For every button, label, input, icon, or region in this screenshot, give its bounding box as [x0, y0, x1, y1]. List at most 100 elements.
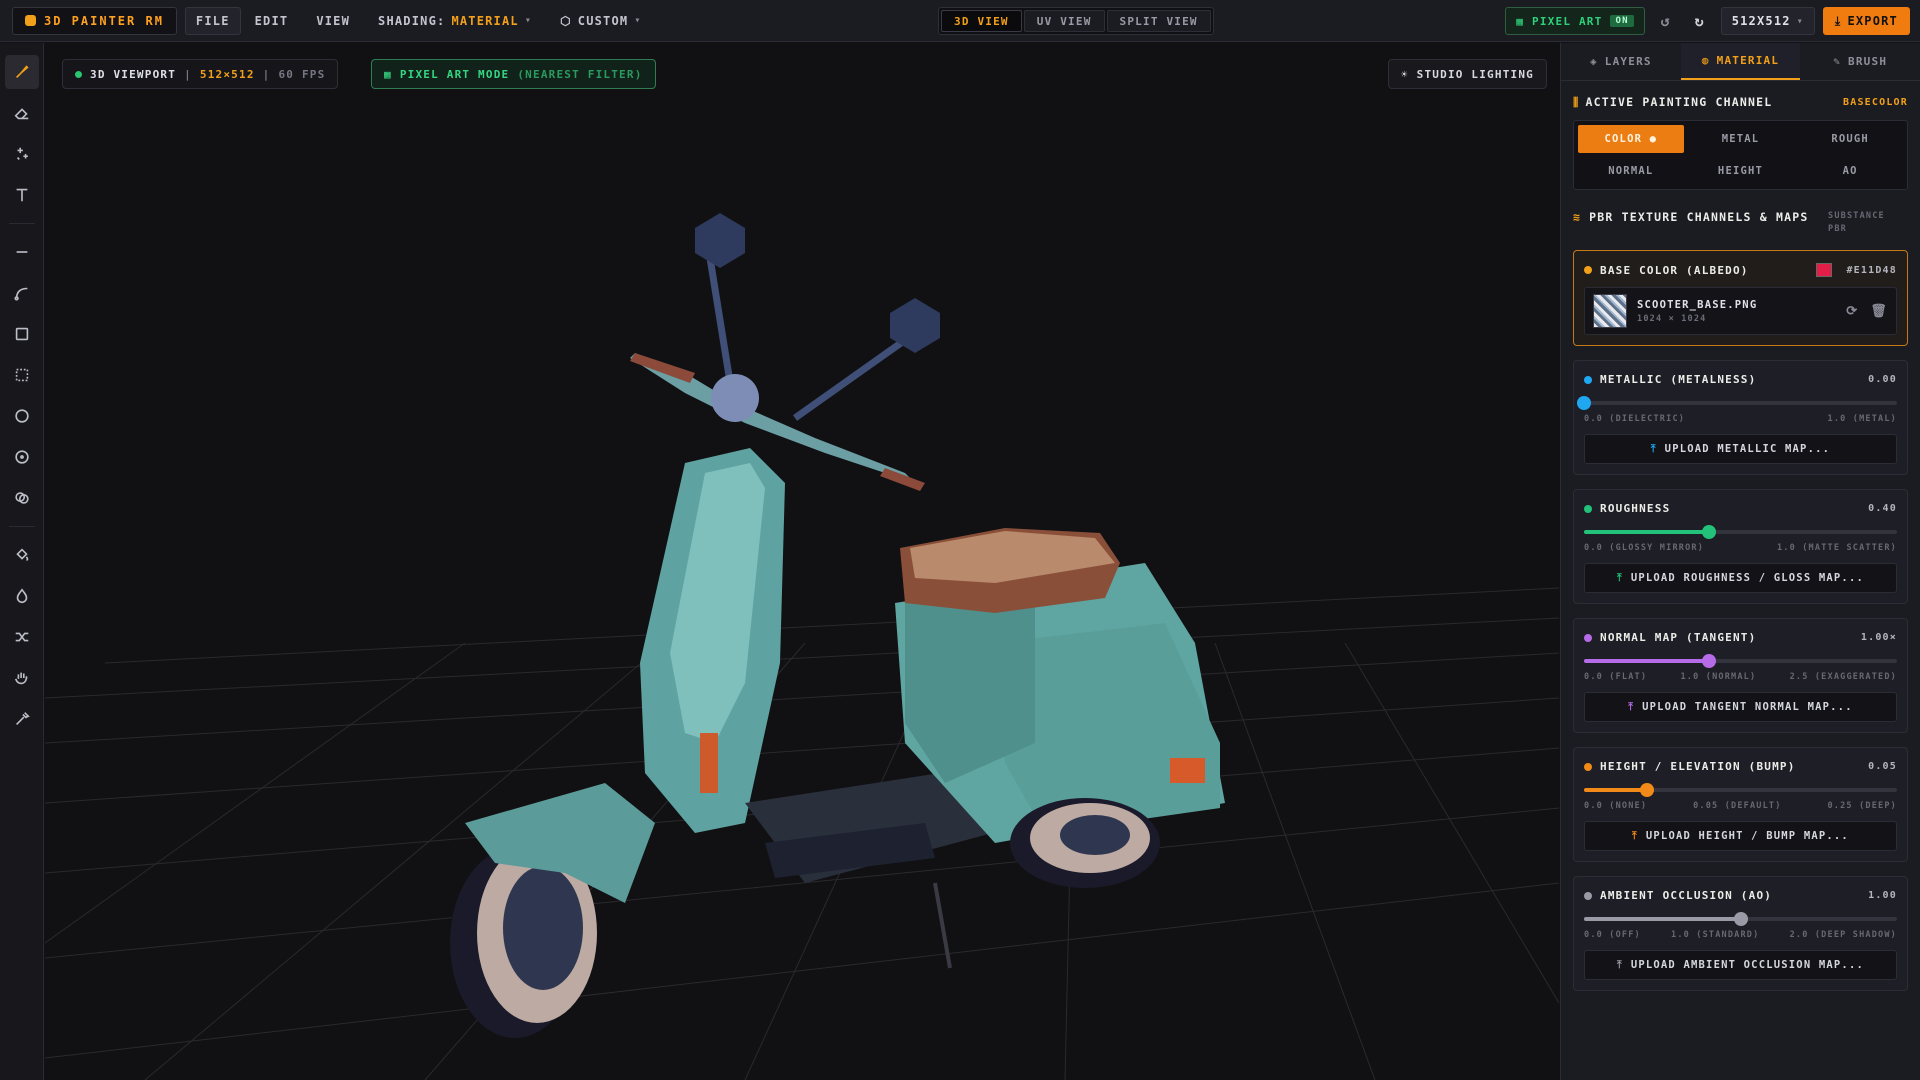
3d-viewport[interactable]: 3D VIEWPORT | 512×512 | 60 FPS ▦ PIXEL ART MO… — [45, 43, 1559, 1080]
metallic-ticks: 0.0 (DIELECTRIC) 1.0 (METAL) — [1584, 414, 1897, 424]
ao-title: AMBIENT OCCLUSION (AO) — [1600, 889, 1773, 902]
channel-metal[interactable]: METAL — [1688, 125, 1794, 153]
pixel-art-mode-badge[interactable]: ▦ PIXEL ART MODE (NEAREST FILTER) — [371, 59, 656, 89]
export-button[interactable]: ⤓ EXPORT — [1822, 7, 1910, 35]
status-dot — [1584, 266, 1592, 274]
menu-file[interactable]: FILE — [184, 6, 241, 35]
tab-uv-view[interactable]: UV VIEW — [1023, 10, 1105, 32]
height-slider[interactable] — [1584, 781, 1897, 799]
brush-tool[interactable] — [4, 55, 39, 89]
text-tool[interactable] — [5, 178, 39, 212]
texture-thumbnail — [1593, 294, 1627, 328]
upload-height-button[interactable]: ⤒ UPLOAD HEIGHT / BUMP MAP... — [1584, 821, 1897, 851]
fill-tool[interactable] — [5, 538, 39, 572]
tick-max: 2.5 (EXAGGERATED) — [1789, 672, 1897, 682]
trash-icon[interactable]: 🗑 — [1870, 304, 1888, 319]
metallic-value: 0.00 — [1868, 374, 1897, 385]
tick-mid: 1.0 (NORMAL) — [1680, 672, 1757, 682]
selection-tool[interactable] — [5, 358, 39, 392]
channel-normal[interactable]: NORMAL — [1578, 157, 1684, 185]
channel-rough[interactable]: ROUGH — [1797, 125, 1903, 153]
redo-icon[interactable]: ↻ — [1687, 7, 1713, 35]
shading-value: MATERIAL — [451, 13, 519, 28]
normal-title: NORMAL MAP (TANGENT) — [1600, 631, 1757, 644]
studio-lighting-button[interactable]: ☀ STUDIO LIGHTING — [1387, 59, 1547, 89]
menu-view[interactable]: VIEW — [302, 7, 364, 35]
viewport-fps: 60 FPS — [278, 67, 326, 81]
normal-card: NORMAL MAP (TANGENT) 1.00× 0.0 (FLAT) 1.0 … — [1573, 618, 1908, 733]
slider-fill — [1584, 659, 1710, 663]
curve-tool[interactable] — [5, 276, 39, 310]
brush-icon — [15, 65, 29, 78]
metallic-header: METALLIC (METALNESS) 0.00 — [1584, 373, 1897, 386]
base-color-value-wrap: #E11D48 — [1816, 263, 1897, 277]
channel-ao[interactable]: AO — [1797, 157, 1903, 185]
texture-size-dropdown[interactable]: 512X512 ▾ — [1720, 7, 1815, 35]
grid-icon: ▦ — [384, 67, 392, 81]
pixel-art-toggle[interactable]: ▦ PIXEL ART ON — [1505, 7, 1645, 35]
metallic-title: METALLIC (METALNESS) — [1600, 373, 1757, 386]
rectangle-tool[interactable] — [5, 317, 39, 351]
app-logo[interactable]: 3D PAINTER RM — [12, 6, 177, 35]
metallic-slider[interactable] — [1577, 394, 1897, 412]
chevron-down-icon: ▾ — [1796, 15, 1804, 27]
viewport-status: 3D VIEWPORT | 512×512 | 60 FPS — [62, 59, 339, 89]
tick-min: 0.0 (OFF) — [1584, 930, 1641, 940]
refresh-icon[interactable]: ⟳ — [1846, 304, 1858, 319]
upload-normal-button[interactable]: ⤒ UPLOAD TANGENT NORMAL MAP... — [1584, 692, 1897, 722]
pixel-art-label: PIXEL ART — [1532, 14, 1603, 28]
normal-slider[interactable] — [1584, 652, 1897, 670]
upload-metallic-button[interactable]: ⤒ UPLOAD METALLIC MAP... — [1584, 434, 1897, 464]
file-dims: 1024 × 1024 — [1637, 313, 1707, 324]
separator: | — [262, 67, 271, 81]
roughness-slider[interactable] — [1584, 523, 1897, 541]
roughness-title: ROUGHNESS — [1600, 502, 1671, 515]
line-tool[interactable] — [5, 235, 39, 269]
slider-knob[interactable] — [1702, 525, 1717, 539]
cube-icon: ⬡ — [560, 13, 572, 28]
upload-ao-button[interactable]: ⤒ UPLOAD AMBIENT OCCLUSION MAP... — [1584, 950, 1897, 980]
spray-tool[interactable] — [5, 137, 39, 171]
upload-label: UPLOAD AMBIENT OCCLUSION MAP... — [1630, 959, 1864, 971]
height-ticks: 0.0 (NONE) 0.05 (DEFAULT) 0.25 (DEEP) — [1584, 801, 1897, 811]
ellipse-tool[interactable] — [5, 399, 39, 433]
upload-roughness-button[interactable]: ⤒ UPLOAD ROUGHNESS / GLOSS MAP... — [1584, 563, 1897, 593]
texture-size-value: 512X512 — [1731, 14, 1791, 28]
undo-icon[interactable]: ↺ — [1653, 7, 1679, 35]
slider-knob[interactable] — [1702, 654, 1717, 668]
channel-height[interactable]: HEIGHT — [1688, 157, 1794, 185]
tab-split-view[interactable]: SPLIT VIEW — [1106, 10, 1211, 32]
color-swatch[interactable] — [1816, 263, 1833, 277]
blend-tool[interactable] — [5, 481, 39, 515]
sun-icon: ☀ — [1400, 67, 1409, 81]
normal-header: NORMAL MAP (TANGENT) 1.00× — [1584, 631, 1897, 644]
pan-tool[interactable] — [5, 661, 39, 695]
slider-knob[interactable] — [1733, 912, 1748, 926]
shading-dropdown[interactable]: SHADING: MATERIAL ▾ — [364, 7, 546, 35]
ao-slider[interactable] — [1584, 910, 1897, 928]
status-dot — [1584, 375, 1592, 384]
eraser-tool[interactable] — [5, 96, 39, 130]
tab-layers[interactable]: ◈ LAYERS — [1561, 43, 1681, 80]
brush-icon: ✎ — [1833, 55, 1842, 68]
pixel-mode-label: PIXEL ART MODE — [399, 67, 510, 81]
tick-max: 1.0 (METAL) — [1827, 414, 1897, 424]
eyedropper-tool[interactable] — [5, 702, 39, 736]
roughness-ticks: 0.0 (GLOSSY MIRROR) 1.0 (MATTE SCATTER) — [1584, 543, 1897, 553]
eraser-icon — [14, 108, 28, 120]
radial-tool[interactable] — [5, 440, 39, 474]
tab-3d-view[interactable]: 3D VIEW — [941, 10, 1022, 32]
smudge-tool[interactable] — [5, 579, 39, 613]
slider-knob[interactable] — [1577, 396, 1591, 410]
paint-bucket-icon — [15, 548, 28, 562]
menu-edit[interactable]: EDIT — [241, 7, 303, 35]
shuffle-tool[interactable] — [5, 620, 39, 654]
active-channel-title-wrap: ⫼ ACTIVE PAINTING CHANNEL — [1573, 95, 1772, 110]
viewport-resolution: 512×512 — [199, 67, 255, 81]
tab-material[interactable]: ◍ MATERIAL — [1680, 43, 1801, 80]
tab-brush[interactable]: ✎ BRUSH — [1800, 43, 1920, 80]
slider-knob[interactable] — [1639, 783, 1654, 797]
status-dot — [1584, 633, 1592, 642]
channel-color[interactable]: COLOR ● — [1578, 125, 1684, 153]
custom-dropdown[interactable]: ⬡ CUSTOM ▾ — [546, 7, 655, 35]
